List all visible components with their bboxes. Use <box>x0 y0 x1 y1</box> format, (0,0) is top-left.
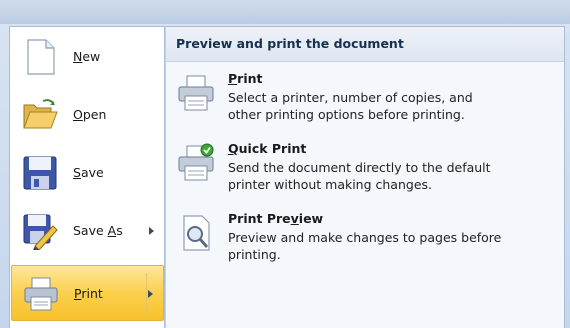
split-divider <box>146 273 147 313</box>
menu-item-print[interactable]: Print <box>11 265 164 321</box>
save-as-icon <box>21 212 59 251</box>
print-submenu: Preview and print the document Print Sel… <box>165 26 565 328</box>
submenu-arrow-icon <box>148 290 153 298</box>
menu-item-new[interactable]: New <box>11 29 164 85</box>
menu-item-open[interactable]: Open <box>11 87 164 143</box>
printer-icon <box>176 73 216 113</box>
submenu-item-description: Send the document directly to the defaul… <box>228 160 491 192</box>
printer-icon <box>22 275 60 313</box>
open-folder-icon <box>21 96 59 134</box>
office-menu-commands: New Open Save Save As Print <box>9 26 165 328</box>
submenu-header: Preview and print the document <box>166 27 564 62</box>
submenu-item-print[interactable]: Print Select a printer, number of copies… <box>166 65 564 133</box>
menu-item-save-as[interactable]: Save As <box>11 203 164 259</box>
new-document-icon <box>21 38 59 76</box>
submenu-item-print-preview[interactable]: Print Preview Preview and make changes t… <box>166 205 564 273</box>
submenu-item-description: Preview and make changes to pages before… <box>228 230 502 262</box>
submenu-item-description: Select a printer, number of copies, and … <box>228 90 473 122</box>
submenu-item-quick-print[interactable]: Quick Print Send the document directly t… <box>166 135 564 203</box>
save-floppy-icon <box>21 154 59 192</box>
submenu-arrow-icon <box>149 227 154 235</box>
menu-item-save[interactable]: Save <box>11 145 164 201</box>
quick-print-icon <box>176 143 216 183</box>
print-preview-icon <box>176 213 216 253</box>
title-bar <box>0 0 570 25</box>
submenu-title: Preview and print the document <box>176 36 404 51</box>
